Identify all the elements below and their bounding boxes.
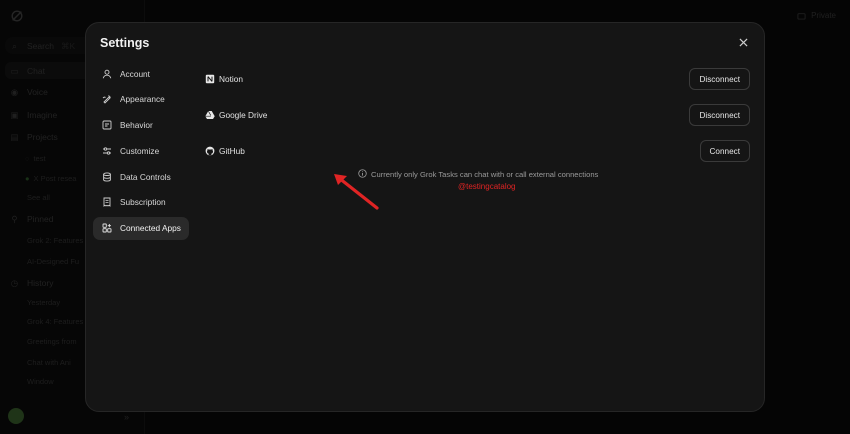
notion-disconnect-button[interactable]: Disconnect: [689, 68, 750, 90]
nav-item-behavior[interactable]: Behavior: [93, 114, 189, 137]
github-connect-button[interactable]: Connect: [699, 140, 750, 162]
app-row-google-drive: Google Drive Disconnect: [205, 97, 750, 133]
behavior-icon: [102, 120, 112, 130]
palette-icon: [102, 94, 112, 104]
nav-item-subscription[interactable]: Subscription: [93, 191, 189, 214]
app-name-google-drive: Google Drive: [219, 110, 268, 120]
info-notice: Currently only Grok Tasks can chat with …: [358, 169, 598, 180]
connected-apps-list: Notion Disconnect Google Drive Disconnec…: [205, 61, 750, 169]
close-button[interactable]: [736, 35, 750, 49]
user-icon: [102, 69, 112, 79]
app-row-github: GitHub Connect: [205, 133, 750, 169]
github-icon: [205, 146, 215, 156]
nav-item-data-controls[interactable]: Data Controls: [93, 165, 189, 188]
app-row-notion: Notion Disconnect: [205, 61, 750, 97]
settings-modal: Settings Account Appearance Behavior Cus…: [85, 22, 765, 412]
nav-item-account[interactable]: Account: [93, 62, 189, 85]
apps-icon: [102, 223, 112, 233]
settings-nav: Account Appearance Behavior Customize Da…: [93, 62, 189, 243]
watermark: @testingcatalog: [458, 182, 516, 191]
sliders-icon: [102, 146, 112, 156]
modal-title: Settings: [100, 36, 150, 50]
database-icon: [102, 172, 112, 182]
nav-item-appearance[interactable]: Appearance: [93, 88, 189, 111]
app-name-github: GitHub: [219, 146, 245, 156]
notion-icon: [205, 74, 215, 84]
google-drive-disconnect-button[interactable]: Disconnect: [689, 104, 750, 126]
receipt-icon: [102, 197, 112, 208]
nav-item-connected-apps[interactable]: Connected Apps: [93, 216, 189, 240]
app-name-notion: Notion: [219, 74, 243, 84]
close-icon: [738, 37, 748, 47]
nav-item-customize[interactable]: Customize: [93, 139, 189, 162]
google-drive-icon: [205, 110, 215, 120]
annotation-arrow-icon: [334, 174, 379, 210]
